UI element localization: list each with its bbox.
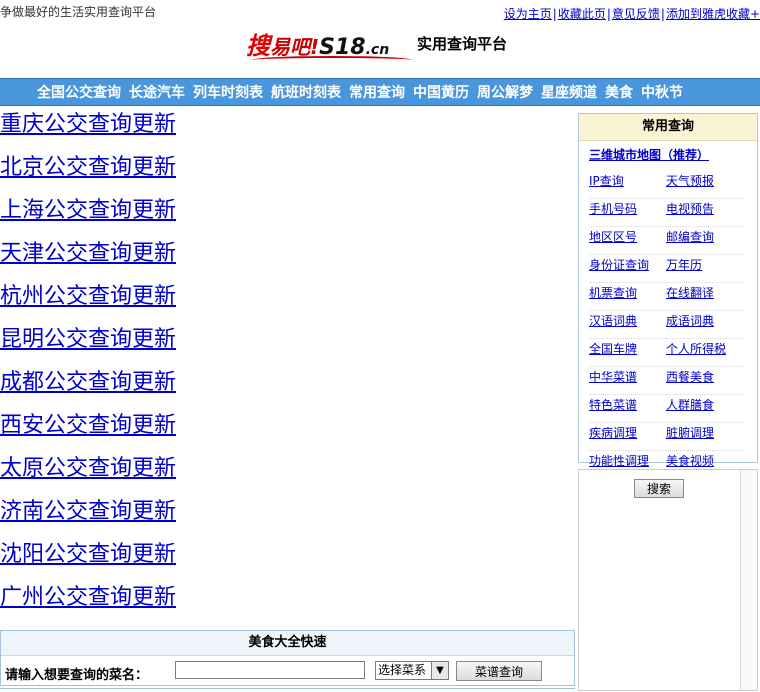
tool-weather[interactable]: 天气预报	[666, 171, 743, 199]
tool-id-card[interactable]: 身份证查询	[589, 255, 666, 283]
nav-item-mid-autumn[interactable]: 中秋节	[641, 82, 683, 102]
tool-western-food[interactable]: 西餐美食	[666, 367, 743, 395]
bus-link-guangzhou[interactable]: 广州公交查询更新	[0, 583, 560, 626]
bus-link-tianjin[interactable]: 天津公交查询更新	[0, 239, 560, 282]
bus-update-list: 重庆公交查询更新 北京公交查询更新 上海公交查询更新 天津公交查询更新 杭州公交…	[0, 110, 560, 626]
site-tagline: 争做最好的生活实用查询平台	[0, 5, 157, 19]
bus-link-chengdu[interactable]: 成都公交查询更新	[0, 368, 560, 411]
food-panel-title: 美食大全快速	[1, 631, 574, 656]
bus-link-kunming[interactable]: 昆明公交查询更新	[0, 325, 560, 368]
bus-link-taiyuan[interactable]: 太原公交查询更新	[0, 454, 560, 497]
food-quick-search-panel: 美食大全快速 请输入想要查询的菜名： 选择菜系 ▼ 菜谱查询	[0, 630, 575, 686]
bus-link-xian[interactable]: 西安公交查询更新	[0, 411, 560, 454]
tool-translate[interactable]: 在线翻译	[666, 283, 743, 311]
nav-item-horoscope[interactable]: 星座频道	[541, 82, 597, 102]
add-yahoo-favorites-link[interactable]: 添加到雅虎收藏+	[666, 7, 760, 21]
common-tools-grid: IP查询 天气预报 手机号码 电视预告 地区区号 邮编查询 身份证查询 万年历 …	[589, 171, 757, 479]
bus-link-shanghai[interactable]: 上海公交查询更新	[0, 196, 560, 239]
tool-disease-care[interactable]: 疾病调理	[589, 423, 666, 451]
common-query-panel: 常用查询 三维城市地图（推荐） IP查询 天气预报 手机号码 电视预告 地区区号…	[578, 113, 758, 479]
set-homepage-link[interactable]: 设为主页	[504, 7, 552, 21]
nav-item-food[interactable]: 美食	[605, 82, 633, 102]
search-panel-scrollbar[interactable]	[740, 470, 757, 690]
bus-link-hangzhou[interactable]: 杭州公交查询更新	[0, 282, 560, 325]
feedback-link[interactable]: 意见反馈	[612, 7, 660, 21]
nav-item-bus[interactable]: 全国公交查询	[37, 82, 121, 102]
next-panel-edge	[0, 688, 575, 692]
tool-chinese-dictionary[interactable]: 汉语词典	[589, 311, 666, 339]
bookmark-link[interactable]: 收藏此页	[558, 7, 606, 21]
platform-label: 实用查询平台	[417, 35, 508, 53]
nav-item-dream[interactable]: 周公解梦	[477, 82, 533, 102]
cuisine-select-value: 选择菜系	[378, 663, 427, 677]
tool-air-ticket[interactable]: 机票查询	[589, 283, 666, 311]
bus-link-shenyang[interactable]: 沈阳公交查询更新	[0, 540, 560, 583]
tool-tv-guide[interactable]: 电视预告	[666, 199, 743, 227]
logo-part-1: 搜	[246, 32, 270, 60]
nav-item-coach[interactable]: 长途汽车	[129, 82, 185, 102]
main-nav-bar: 全国公交查询 长途汽车 列车时刻表 航班时刻表 常用查询 中国黄历 周公解梦 星…	[0, 78, 760, 106]
3d-city-map-link[interactable]: 三维城市地图（推荐）	[589, 146, 757, 163]
header-logo-area: 搜易吧!S18.cn 实用查询平台	[246, 26, 507, 66]
tool-special-recipes[interactable]: 特色菜谱	[589, 395, 666, 423]
tool-idiom-dictionary[interactable]: 成语词典	[666, 311, 743, 339]
bus-link-chongqing[interactable]: 重庆公交查询更新	[0, 110, 560, 153]
dish-name-label: 请输入想要查询的菜名：	[5, 668, 149, 683]
tool-license-plate[interactable]: 全国车牌	[589, 339, 666, 367]
bus-link-beijing[interactable]: 北京公交查询更新	[0, 153, 560, 196]
tool-ip-lookup[interactable]: IP查询	[589, 171, 666, 199]
dish-name-input[interactable]	[175, 661, 365, 679]
tool-area-code[interactable]: 地区区号	[589, 227, 666, 255]
cuisine-select[interactable]: 选择菜系 ▼	[375, 661, 449, 680]
search-panel: 搜索	[578, 469, 758, 691]
tool-income-tax[interactable]: 个人所得税	[666, 339, 743, 367]
tool-postal-code[interactable]: 邮编查询	[666, 227, 743, 255]
tool-calendar[interactable]: 万年历	[666, 255, 743, 283]
nav-item-common[interactable]: 常用查询	[349, 82, 405, 102]
chevron-down-icon[interactable]: ▼	[431, 662, 448, 679]
nav-item-train[interactable]: 列车时刻表	[193, 82, 263, 102]
recipe-search-button[interactable]: 菜谱查询	[456, 661, 542, 681]
tool-organ-care[interactable]: 脏腑调理	[666, 423, 743, 451]
top-links: 设为主页|收藏此页|意见反馈|添加到雅虎收藏+	[503, 7, 760, 21]
food-search-row: 请输入想要查询的菜名： 选择菜系 ▼ 菜谱查询	[1, 656, 574, 686]
nav-item-flight[interactable]: 航班时刻表	[271, 82, 341, 102]
bus-link-jinan[interactable]: 济南公交查询更新	[0, 497, 560, 540]
common-query-title: 常用查询	[579, 114, 757, 141]
tool-chinese-recipes[interactable]: 中华菜谱	[589, 367, 666, 395]
tool-mobile-number[interactable]: 手机号码	[589, 199, 666, 227]
nav-item-almanac[interactable]: 中国黄历	[413, 82, 469, 102]
search-button[interactable]: 搜索	[634, 479, 684, 498]
tool-group-diet[interactable]: 人群膳食	[666, 395, 743, 423]
logo-swoosh-decoration	[252, 56, 412, 64]
